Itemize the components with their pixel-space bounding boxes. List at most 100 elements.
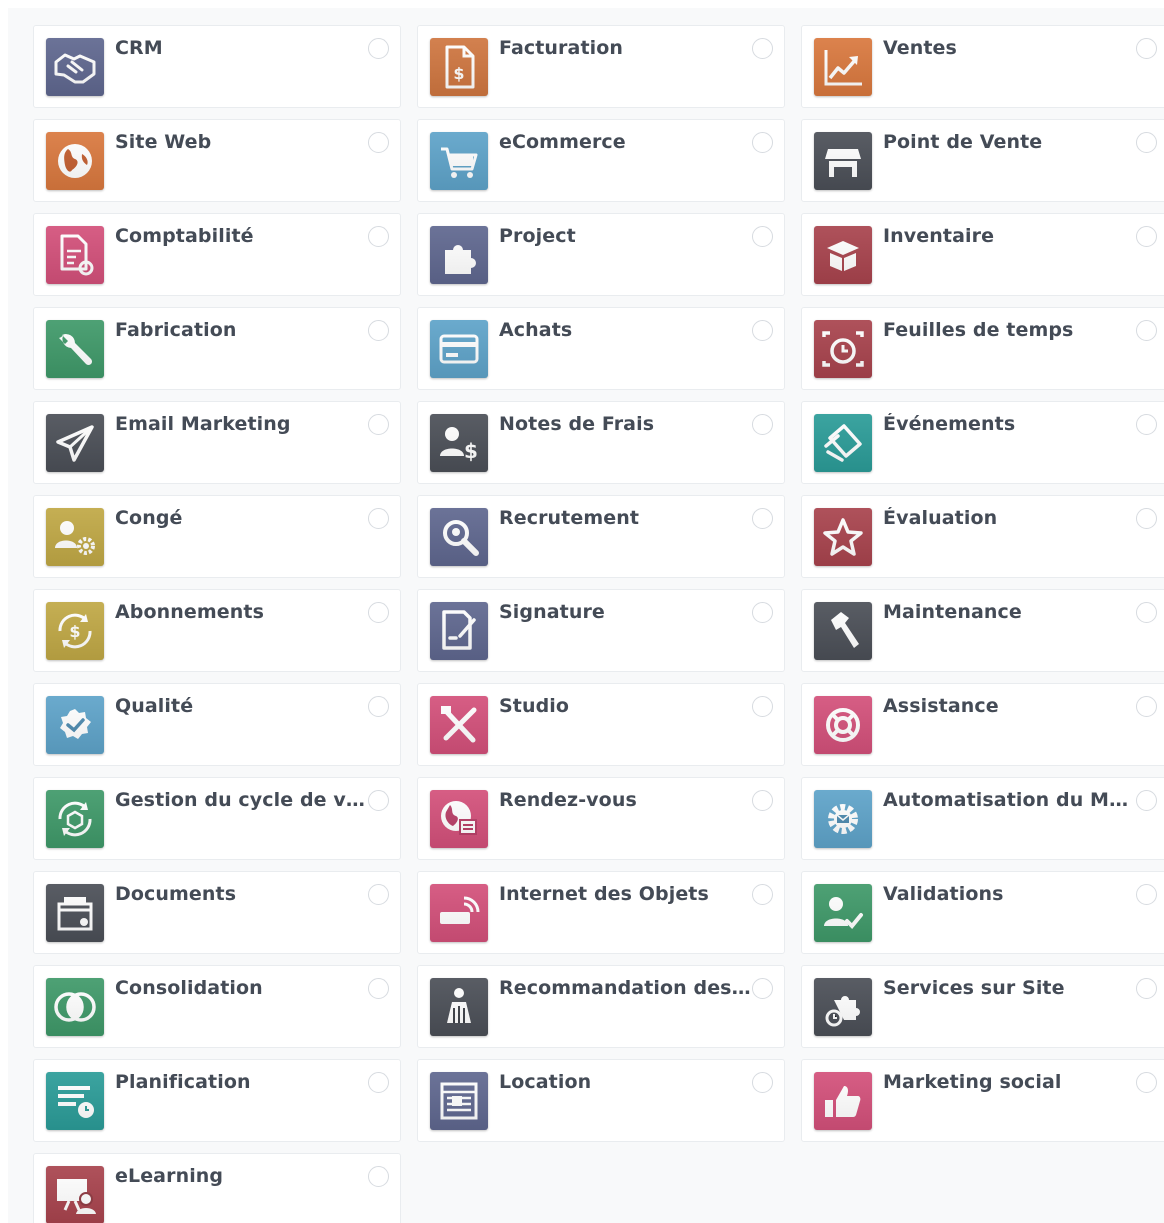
app-card[interactable]: $ Abonnements	[33, 589, 401, 672]
app-select-radio[interactable]	[752, 38, 773, 59]
overlap-circles-icon	[46, 978, 104, 1036]
app-select-radio[interactable]	[368, 320, 389, 341]
app-select-radio[interactable]	[1136, 1072, 1157, 1093]
app-select-radio[interactable]	[368, 602, 389, 623]
app-card[interactable]: Documents	[33, 871, 401, 954]
app-card[interactable]: Recommandation des ...	[417, 965, 785, 1048]
app-name: Congé	[115, 507, 183, 529]
app-select-radio[interactable]	[368, 790, 389, 811]
app-select-radio[interactable]	[368, 508, 389, 529]
app-card[interactable]: Point de Vente	[801, 119, 1164, 202]
app-name: Abonnements	[115, 601, 264, 623]
globe-icon	[46, 132, 104, 190]
app-card[interactable]: Ventes	[801, 25, 1164, 108]
app-card[interactable]: Planification	[33, 1059, 401, 1142]
app-card[interactable]: $ Facturation	[417, 25, 785, 108]
app-select-radio[interactable]	[752, 884, 773, 905]
app-select-radio[interactable]	[1136, 884, 1157, 905]
app-card[interactable]: Qualité	[33, 683, 401, 766]
app-card[interactable]: eCommerce	[417, 119, 785, 202]
app-card[interactable]: Email Marketing	[33, 401, 401, 484]
app-card[interactable]: Consolidation	[33, 965, 401, 1048]
app-select-radio[interactable]	[368, 226, 389, 247]
app-name: Rendez-vous	[499, 789, 637, 811]
app-card[interactable]: Project	[417, 213, 785, 296]
app-name: Facturation	[499, 37, 624, 59]
app-select-radio[interactable]	[1136, 790, 1157, 811]
app-card[interactable]: Location	[417, 1059, 785, 1142]
app-select-radio[interactable]	[1136, 978, 1157, 999]
app-card[interactable]: Rendez-vous	[417, 777, 785, 860]
app-select-radio[interactable]	[1136, 414, 1157, 435]
app-name: Services sur Site	[883, 977, 1065, 999]
app-card[interactable]: Automatisation du Mar...	[801, 777, 1164, 860]
svg-text:$: $	[453, 64, 464, 83]
app-select-radio[interactable]	[368, 132, 389, 153]
app-select-radio[interactable]	[368, 884, 389, 905]
app-card[interactable]: Site Web	[33, 119, 401, 202]
app-select-radio[interactable]	[1136, 132, 1157, 153]
app-select-radio[interactable]	[368, 978, 389, 999]
app-select-radio[interactable]	[752, 226, 773, 247]
app-select-radio[interactable]	[1136, 226, 1157, 247]
app-name: Location	[499, 1071, 592, 1093]
app-card[interactable]: CRM	[33, 25, 401, 108]
app-select-radio[interactable]	[368, 696, 389, 717]
app-card[interactable]: Fabrication	[33, 307, 401, 390]
app-select-radio[interactable]	[368, 1072, 389, 1093]
magnifier-icon	[430, 508, 488, 566]
app-name: Comptabilité	[115, 225, 254, 247]
app-card[interactable]: Studio	[417, 683, 785, 766]
app-card[interactable]: Achats	[417, 307, 785, 390]
app-name: Inventaire	[883, 225, 995, 247]
app-select-radio[interactable]	[1136, 38, 1157, 59]
user-dollar-icon: $	[430, 414, 488, 472]
app-name: Email Marketing	[115, 413, 291, 435]
app-select-radio[interactable]	[752, 320, 773, 341]
box-icon	[814, 226, 872, 284]
app-select-radio[interactable]	[752, 414, 773, 435]
app-card[interactable]: eLearning	[33, 1153, 401, 1223]
app-select-radio[interactable]	[368, 38, 389, 59]
recurring-dollar-icon: $	[46, 602, 104, 660]
app-name: eCommerce	[499, 131, 626, 153]
app-select-radio[interactable]	[368, 1166, 389, 1187]
app-select-radio[interactable]	[1136, 602, 1157, 623]
app-select-radio[interactable]	[1136, 320, 1157, 341]
app-card[interactable]: Marketing social	[801, 1059, 1164, 1142]
app-name: Documents	[115, 883, 237, 905]
app-card[interactable]: $ Notes de Frais	[417, 401, 785, 484]
app-card[interactable]: Comptabilité	[33, 213, 401, 296]
app-card[interactable]: Recrutement	[417, 495, 785, 578]
app-card[interactable]: Assistance	[801, 683, 1164, 766]
app-card[interactable]: Inventaire	[801, 213, 1164, 296]
app-name: Site Web	[115, 131, 212, 153]
app-select-radio[interactable]	[1136, 696, 1157, 717]
app-select-radio[interactable]	[752, 508, 773, 529]
app-select-radio[interactable]	[752, 602, 773, 623]
app-card[interactable]: Signature	[417, 589, 785, 672]
app-card[interactable]: Feuilles de temps	[801, 307, 1164, 390]
tickets-icon	[814, 414, 872, 472]
iot-icon	[430, 884, 488, 942]
hammer-icon	[814, 602, 872, 660]
app-card[interactable]: Évaluation	[801, 495, 1164, 578]
referral-person-icon	[430, 978, 488, 1036]
paper-plane-icon	[46, 414, 104, 472]
app-card[interactable]: Gestion du cycle de vie ...	[33, 777, 401, 860]
app-select-radio[interactable]	[368, 414, 389, 435]
planning-icon	[46, 1072, 104, 1130]
app-card[interactable]: Services sur Site	[801, 965, 1164, 1048]
app-name: Automatisation du Mar...	[883, 789, 1138, 811]
app-card[interactable]: Événements	[801, 401, 1164, 484]
app-select-radio[interactable]	[1136, 508, 1157, 529]
app-card[interactable]: Internet des Objets	[417, 871, 785, 954]
app-card[interactable]: Maintenance	[801, 589, 1164, 672]
app-select-radio[interactable]	[752, 790, 773, 811]
app-select-radio[interactable]	[752, 978, 773, 999]
app-select-radio[interactable]	[752, 696, 773, 717]
app-card[interactable]: Validations	[801, 871, 1164, 954]
app-select-radio[interactable]	[752, 1072, 773, 1093]
app-select-radio[interactable]	[752, 132, 773, 153]
app-card[interactable]: Congé	[33, 495, 401, 578]
